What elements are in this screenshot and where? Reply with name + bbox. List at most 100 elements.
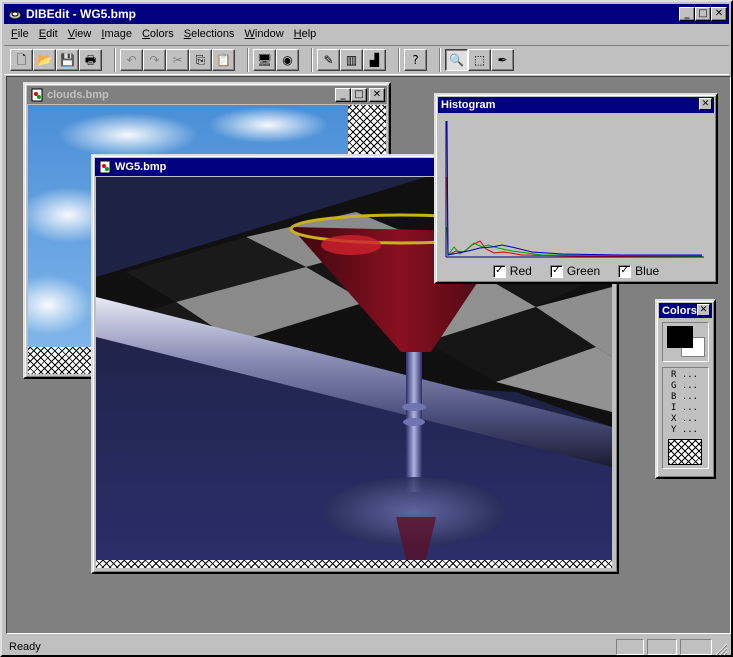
menu-bar: File Edit View Image Colors Selections W… [4,24,729,44]
new-icon: 🗋 [16,53,27,67]
color-info-panel: R ... G ... B ... I ... X ... Y ... [662,367,709,469]
bitmap-doc-icon [31,88,43,102]
histogram-title-bar[interactable]: Histogram ✕ [438,97,714,113]
status-panel-1 [616,639,644,655]
copy-icon: ⎘ [195,53,206,67]
display-button[interactable]: 🖥 [253,49,276,71]
blue-channel-label: Blue [635,264,660,278]
color-swatch-panel [662,322,709,362]
app-title-bar[interactable]: DIBEdit - WG5.bmp _ □ ✕ [4,4,729,24]
clouds-maximize-button[interactable]: □ [351,88,367,102]
select-rect-icon: ⬚ [473,53,486,67]
toolbar-group: ✎ ▥ ▟ [317,49,386,71]
colors-window[interactable]: Colors ✕ R ... G ... B ... I ... X ... Y… [655,299,716,479]
toolbar-separator [247,48,249,72]
clouds-minimize-button[interactable]: _ [335,88,351,102]
green-value: G ... [671,381,699,391]
pixel-preview [668,439,702,465]
toolbar-separator [114,48,116,72]
cut-icon: ✂ [172,53,183,67]
clouds-close-button[interactable]: ✕ [369,88,385,102]
red-value: R ... [671,370,699,380]
app-icon [8,10,22,20]
toolbar-separator [311,48,313,72]
menu-edit[interactable]: Edit [34,26,63,42]
menu-image[interactable]: Image [96,26,137,42]
green-check-icon[interactable]: ✓ [549,264,563,278]
save-icon: 💾 [60,53,75,67]
x-coordinate-value: X ... [671,414,699,424]
histogram-title: Histogram [441,99,496,111]
menu-help[interactable]: Help [289,26,322,42]
histogram-channel-toggles: ✓ Red ✓ Green ✓ Blue [436,264,716,278]
eyedropper-icon: ✒ [497,53,508,67]
red-channel-label: Red [509,264,532,278]
redo-button[interactable]: ↷ [143,49,166,71]
toolbar-group: 🗋 📂 💾 🖶 [10,49,102,71]
app-title: DIBEdit - WG5.bmp [26,7,136,21]
undo-icon: ↶ [126,53,137,67]
histogram-plot [442,117,708,261]
open-icon: 📂 [37,53,52,67]
status-panel-3 [680,639,712,655]
histogram-close-button[interactable]: ✕ [699,98,712,110]
y-coordinate-value: Y ... [671,425,699,435]
zoom-icon: 🔍 [449,53,464,67]
menu-colors[interactable]: Colors [137,26,179,42]
print-button[interactable]: 🖶 [79,49,102,71]
print-icon: 🖶 [84,53,97,67]
wg5-title: WG5.bmp [115,161,167,173]
help-icon: ? [412,53,419,67]
palette-icon: ◉ [282,53,293,67]
red-channel-checkbox[interactable]: ✓ Red [492,264,532,278]
red-check-icon[interactable]: ✓ [492,264,506,278]
palette-button[interactable]: ◉ [276,49,299,71]
green-channel-checkbox[interactable]: ✓ Green [549,264,600,278]
color-bars-icon: ▥ [345,53,358,67]
open-button[interactable]: 📂 [33,49,56,71]
status-text: Ready [9,640,41,653]
new-button[interactable]: 🗋 [10,49,33,71]
select-rect-button[interactable]: ⬚ [468,49,491,71]
pencil-button[interactable]: ✎ [317,49,340,71]
resize-grip-icon[interactable] [714,642,728,656]
clouds-title: clouds.bmp [47,89,109,101]
color-bars-button[interactable]: ▥ [340,49,363,71]
maximize-button[interactable]: □ [695,7,711,21]
paste-icon: 📋 [216,53,231,67]
save-button[interactable]: 💾 [56,49,79,71]
copy-button[interactable]: ⎘ [189,49,212,71]
paste-button[interactable]: 📋 [212,49,235,71]
status-panel-2 [647,639,677,655]
menu-window[interactable]: Window [240,26,289,42]
status-bar: Ready [4,636,729,657]
close-button[interactable]: ✕ [711,7,727,21]
histogram-button[interactable]: ▟ [363,49,386,71]
menu-selections[interactable]: Selections [179,26,240,42]
wg5-empty-area-bottom [96,560,612,568]
toolbar-group: ↶ ↷ ✂ ⎘ 📋 [120,49,235,71]
toolbar-group: ? [404,49,427,71]
display-icon: 🖥 [256,53,273,67]
colors-close-button[interactable]: ✕ [697,304,710,316]
zoom-button[interactable]: 🔍 [445,49,468,71]
histogram-window[interactable]: Histogram ✕ ✓ Red ✓ Green ✓ Blue [434,93,718,284]
minimize-button[interactable]: _ [679,7,695,21]
menu-file[interactable]: File [6,26,34,42]
help-button[interactable]: ? [404,49,427,71]
app-window: DIBEdit - WG5.bmp _ □ ✕ File Edit View I… [0,0,733,657]
colors-title: Colors [662,304,697,317]
pencil-icon: ✎ [323,53,334,67]
undo-button[interactable]: ↶ [120,49,143,71]
menu-view[interactable]: View [63,26,97,42]
colors-title-bar[interactable]: Colors ✕ [659,303,712,318]
blue-channel-checkbox[interactable]: ✓ Blue [618,264,659,278]
eyedropper-button[interactable]: ✒ [491,49,514,71]
clouds-title-bar[interactable]: clouds.bmp _ □ ✕ [27,86,387,104]
toolbar-group: 🔍 ⬚ ✒ [445,49,514,71]
cut-button[interactable]: ✂ [166,49,189,71]
toolbar-group: 🖥 ◉ [253,49,299,71]
blue-check-icon[interactable]: ✓ [618,264,632,278]
foreground-color-swatch[interactable] [667,326,693,348]
redo-icon: ↷ [149,53,160,67]
